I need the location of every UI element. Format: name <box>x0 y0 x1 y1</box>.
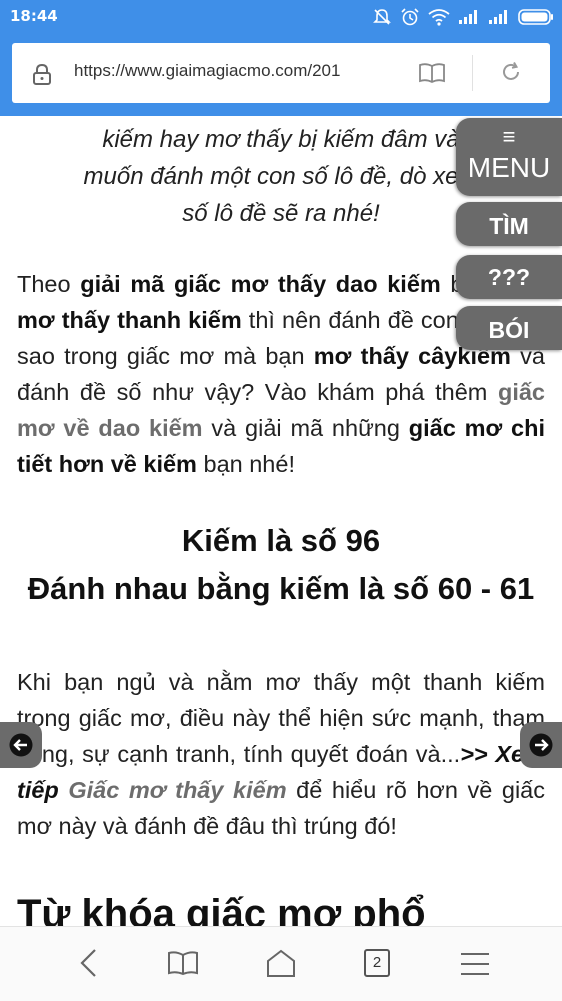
article-link[interactable]: Giấc mơ thấy kiếm <box>68 777 286 803</box>
text: và giải mã những <box>202 415 409 441</box>
signal-icon-2 <box>489 10 507 24</box>
question-button[interactable]: ??? <box>456 255 562 299</box>
status-bar: 18:44 <box>0 0 562 34</box>
fortune-button[interactable]: BÓI <box>456 306 562 350</box>
status-icons <box>372 6 554 28</box>
url-text[interactable]: https://www.giaimagiacmo.com/201 <box>74 61 402 81</box>
mute-icon <box>373 9 391 25</box>
section-heading: Kiếm là số 96 <box>181 523 381 558</box>
next-page-button[interactable] <box>520 722 562 768</box>
article-paragraph: Khi bạn ngủ và nằm mơ thấy một thanh kiế… <box>17 664 545 844</box>
arrow-left-icon <box>9 733 33 757</box>
bold-text: mơ thấy thanh kiếm <box>17 307 242 333</box>
toolbar-divider <box>472 55 473 91</box>
home-icon[interactable] <box>265 948 297 978</box>
back-icon[interactable] <box>75 947 101 979</box>
address-bar[interactable]: https://www.giaimagiacmo.com/201 <box>12 43 550 103</box>
tab-count-button[interactable]: 2 <box>364 949 390 977</box>
lock-icon <box>33 63 51 85</box>
wifi-icon <box>428 9 450 26</box>
text: Theo <box>17 271 81 297</box>
bookmarks-icon[interactable] <box>167 950 199 976</box>
alarm-icon <box>401 8 419 26</box>
hamburger-menu-icon[interactable] <box>459 952 491 976</box>
browser-toolbar: https://www.giaimagiacmo.com/201 <box>0 34 562 116</box>
menu-icon: ≡ <box>502 124 516 149</box>
search-button[interactable]: TÌM <box>456 202 562 246</box>
arrow-right-icon <box>529 733 553 757</box>
menu-label: MENU <box>467 152 551 183</box>
prev-page-button[interactable] <box>0 722 42 768</box>
section-heading: Đánh nhau bằng kiếm là số 60 - 61 <box>27 571 535 606</box>
battery-icon <box>518 9 553 25</box>
section-heading: Từ khóa giấc mơ phổ <box>17 892 426 926</box>
bold-text: giải mã giấc mơ thấy dao kiếm <box>80 271 441 297</box>
browser-bottom-bar: 2 <box>0 926 562 1001</box>
reload-icon[interactable] <box>499 60 523 84</box>
signal-icon <box>459 10 477 24</box>
menu-button[interactable]: ≡ MENU <box>456 118 562 196</box>
text: bạn nhé! <box>196 451 295 477</box>
status-time: 18:44 <box>10 7 58 25</box>
text: thì nên đánh đề con <box>241 307 466 333</box>
reader-mode-icon[interactable] <box>418 62 446 84</box>
